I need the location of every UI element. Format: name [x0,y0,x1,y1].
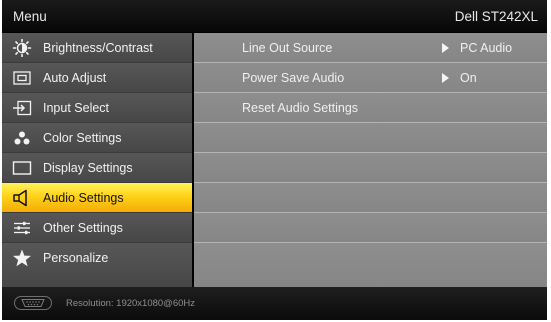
line-out-source-label: Line Out Source [242,41,333,55]
sidebar-item-label: Other Settings [43,221,123,235]
sidebar-item-auto-adjust[interactable]: Auto Adjust [2,63,192,93]
sidebar-item-label: Auto Adjust [43,71,107,85]
line-out-source-row[interactable]: Line Out Source PC Audio [194,33,547,63]
vga-connector-icon [14,296,52,310]
reset-audio-settings-label: Reset Audio Settings [242,101,359,115]
resolution-text: Resolution: 1920x1080@60Hz [66,298,196,309]
sidebar-item-label: Display Settings [43,161,133,175]
auto-adjust-icon [11,69,33,87]
monitor-model: Dell ST242XL [454,9,538,24]
status-bar: Resolution: 1920x1080@60Hz [2,287,547,320]
empty-row [194,153,547,183]
sidebar-item-label: Color Settings [43,131,122,145]
color-settings-icon [11,129,33,147]
menu-header: Menu Dell ST242XL [2,0,547,32]
sidebar-item-audio-settings[interactable]: Audio Settings [2,183,192,213]
sidebar-item-label: Audio Settings [43,191,124,205]
power-save-audio-row[interactable]: Power Save Audio On [194,63,547,93]
sidebar-item-label: Input Select [43,101,110,115]
empty-row [194,123,547,153]
right-arrow-icon [442,43,449,53]
sidebar-item-personalize[interactable]: Personalize [2,243,192,287]
osd-menu: Menu Dell ST242XL Brightness/Contrast Au… [2,0,547,320]
display-settings-icon [11,159,33,177]
empty-row [194,213,547,243]
star-icon [11,249,33,267]
other-settings-icon [11,219,33,237]
empty-row [194,183,547,213]
audio-settings-panel: Line Out Source PC Audio Power Save Audi… [194,33,547,287]
speaker-icon [11,189,33,207]
sidebar: Brightness/Contrast Auto Adjust Input Se… [2,33,192,287]
brightness-icon [11,39,33,57]
reset-audio-settings-row[interactable]: Reset Audio Settings [194,93,547,123]
sidebar-item-other-settings[interactable]: Other Settings [2,213,192,243]
empty-row [194,243,547,287]
right-arrow-icon [442,73,449,83]
sidebar-item-brightness-contrast[interactable]: Brightness/Contrast [2,33,192,63]
sidebar-item-display-settings[interactable]: Display Settings [2,153,192,183]
menu-title: Menu [13,9,47,24]
input-select-icon [11,99,33,117]
sidebar-item-label: Personalize [43,251,109,265]
sidebar-item-label: Brightness/Contrast [43,41,153,55]
sidebar-item-input-select[interactable]: Input Select [2,93,192,123]
power-save-audio-value: On [460,71,477,85]
power-save-audio-label: Power Save Audio [242,71,345,85]
line-out-source-value: PC Audio [460,41,513,55]
sidebar-item-color-settings[interactable]: Color Settings [2,123,192,153]
